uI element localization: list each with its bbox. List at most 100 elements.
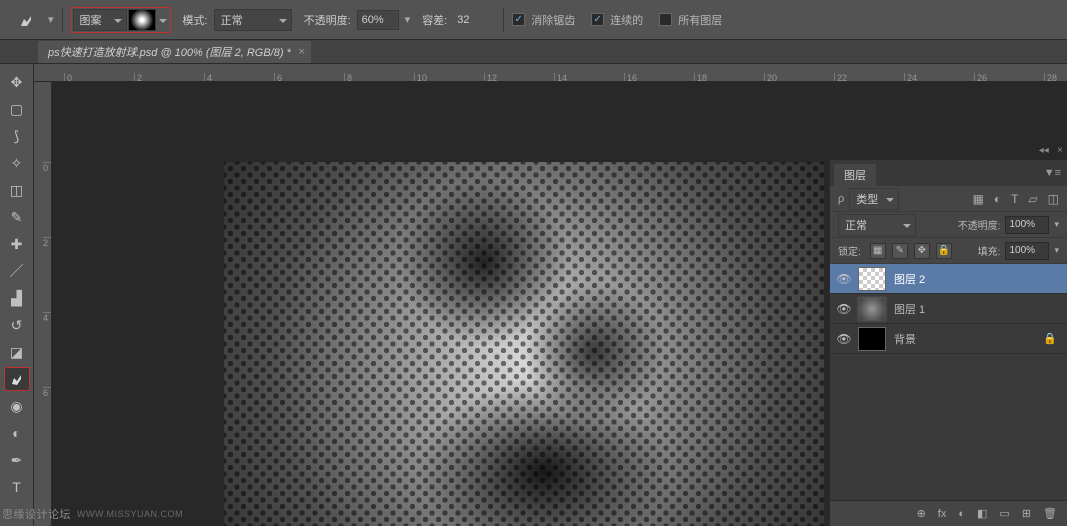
layer-opacity-field[interactable]: 100% bbox=[1005, 216, 1049, 234]
fill-source-dropdown[interactable]: 图案 bbox=[73, 9, 127, 31]
ruler-tick: 20 bbox=[764, 73, 777, 81]
antialias-checkbox[interactable]: ✓ bbox=[512, 13, 525, 26]
fill-source-group: 图案 bbox=[71, 7, 171, 33]
layer-action-icon[interactable]: fx bbox=[938, 508, 947, 520]
all-layers-checkbox[interactable] bbox=[659, 13, 672, 26]
antialias-label: 消除锯齿 bbox=[531, 12, 575, 28]
layers-footer: ⊕ fx ◐ ◧ ▭ ⊞ 🗑 bbox=[830, 500, 1067, 526]
ruler-tick: 6 bbox=[274, 73, 282, 81]
visibility-icon[interactable]: 👁 bbox=[830, 302, 858, 316]
search-icon: ρ bbox=[838, 193, 844, 205]
visibility-icon[interactable]: 👁 bbox=[830, 332, 858, 346]
close-tab-icon[interactable]: × bbox=[298, 46, 304, 58]
layer-row[interactable]: 👁 图层 1 bbox=[830, 294, 1067, 324]
dropdown-caret[interactable]: ▾ bbox=[48, 13, 54, 26]
crop-tool[interactable]: ◫ bbox=[4, 178, 30, 202]
layer-thumbnail[interactable] bbox=[858, 327, 886, 351]
layer-list: 👁 图层 2 👁 图层 1 👁 背景🔒 bbox=[830, 264, 1067, 500]
eyedropper-tool[interactable]: ✎ bbox=[4, 205, 30, 229]
ruler-tick: 12 bbox=[484, 73, 497, 81]
ruler-tick: 10 bbox=[414, 73, 427, 81]
layer-name: 图层 1 bbox=[894, 301, 1067, 317]
magic-wand-tool[interactable]: ✧ bbox=[4, 151, 30, 175]
layer-action-icon[interactable]: ⊕ bbox=[917, 507, 926, 520]
ruler-tick: 24 bbox=[904, 73, 917, 81]
layers-panel: ◂◂ × 图层 ▼≡ ρ 类型 ▦ ◐ T ▱ ◫ 正常 不透明度: 100% … bbox=[829, 160, 1067, 526]
active-tool-hint bbox=[12, 8, 42, 32]
pattern-swatch[interactable] bbox=[128, 9, 156, 31]
filter-smart-icon[interactable]: ◫ bbox=[1048, 192, 1059, 206]
opacity-caret[interactable]: ▾ bbox=[1054, 219, 1059, 230]
pen-tool[interactable]: ✒ bbox=[4, 448, 30, 472]
visibility-icon[interactable]: 👁 bbox=[830, 272, 858, 286]
move-tool[interactable]: ✥ bbox=[4, 70, 30, 94]
ruler-tick: 0 bbox=[64, 73, 72, 81]
opacity-stepper[interactable]: ▾ bbox=[405, 13, 411, 26]
layer-row[interactable]: 👁 图层 2 bbox=[830, 264, 1067, 294]
ruler-tick: 2 bbox=[43, 237, 51, 248]
blend-mode-label: 模式: bbox=[183, 12, 208, 28]
filter-pixel-icon[interactable]: ▦ bbox=[972, 192, 983, 206]
document-tab[interactable]: ps快速打造放射球.psd @ 100% (图层 2, RGB/8) * × bbox=[38, 41, 311, 63]
layer-filter-row: ρ 类型 ▦ ◐ T ▱ ◫ bbox=[830, 186, 1067, 212]
document-tab-bar: ps快速打造放射球.psd @ 100% (图层 2, RGB/8) * × bbox=[0, 40, 1067, 64]
opacity-field[interactable]: 60% bbox=[357, 10, 399, 30]
layer-action-icon[interactable]: ⊞ bbox=[1022, 507, 1031, 520]
ruler-tick: 6 bbox=[43, 387, 51, 398]
lock-fill-row: 锁定: ▦ ✎ ✥ 🔒 填充: 100% ▾ bbox=[830, 238, 1067, 264]
layer-thumbnail[interactable] bbox=[858, 267, 886, 291]
tolerance-label: 容差: bbox=[422, 12, 447, 28]
layer-opacity-label: 不透明度: bbox=[958, 217, 1001, 232]
fill-caret[interactable]: ▾ bbox=[1054, 245, 1059, 256]
layer-thumbnail[interactable] bbox=[858, 297, 886, 321]
tolerance-field[interactable]: 32 bbox=[453, 10, 495, 30]
lock-icon: 🔒 bbox=[1043, 332, 1057, 345]
filter-adjust-icon[interactable]: ◐ bbox=[994, 192, 1001, 206]
blend-opacity-row: 正常 不透明度: 100% ▾ bbox=[830, 212, 1067, 238]
lock-all-icon[interactable]: 🔒 bbox=[936, 243, 952, 259]
blur-tool[interactable]: ◉ bbox=[4, 394, 30, 418]
dodge-tool[interactable]: ◐ bbox=[4, 421, 30, 445]
filter-shape-icon[interactable]: ▱ bbox=[1028, 192, 1037, 206]
stamp-tool[interactable]: ▟ bbox=[4, 286, 30, 310]
layer-action-icon[interactable]: ◐ bbox=[958, 508, 965, 520]
marquee-tool[interactable]: ▢ bbox=[4, 97, 30, 121]
layer-name: 图层 2 bbox=[894, 271, 1067, 287]
kind-filter-dropdown[interactable]: 类型 bbox=[849, 188, 899, 210]
history-brush-tool[interactable]: ↺ bbox=[4, 313, 30, 337]
lasso-tool[interactable]: ⟆ bbox=[4, 124, 30, 148]
filter-type-icon[interactable]: T bbox=[1011, 192, 1018, 206]
layers-tab[interactable]: 图层 bbox=[834, 164, 876, 186]
ruler-tick: 26 bbox=[974, 73, 987, 81]
ruler-tick: 2 bbox=[134, 73, 142, 81]
eraser-tool[interactable]: ◪ bbox=[4, 340, 30, 364]
layer-name: 背景 bbox=[894, 331, 1043, 347]
lock-pixels-icon[interactable]: ✎ bbox=[892, 243, 908, 259]
layer-row[interactable]: 👁 背景🔒 bbox=[830, 324, 1067, 354]
contiguous-checkbox[interactable]: ✓ bbox=[591, 13, 604, 26]
panel-collapse-icons[interactable]: ◂◂ × bbox=[1039, 141, 1067, 159]
options-bar: ▾ 图案 模式: 正常 不透明度: 60% ▾ 容差: 32 ✓ 消除锯齿 ✓ … bbox=[0, 0, 1067, 40]
lock-position-icon[interactable]: ✥ bbox=[914, 243, 930, 259]
panel-menu-icon[interactable]: ▼≡ bbox=[1044, 167, 1061, 179]
brush-tool[interactable]: ／ bbox=[4, 259, 30, 283]
blend-mode-dropdown[interactable]: 正常 bbox=[214, 9, 292, 31]
lock-transparent-icon[interactable]: ▦ bbox=[870, 243, 886, 259]
paint-bucket-tool[interactable] bbox=[4, 367, 30, 391]
document-canvas[interactable] bbox=[224, 162, 824, 526]
ruler-tick: 18 bbox=[694, 73, 707, 81]
contiguous-label: 连续的 bbox=[610, 12, 643, 28]
watermark: 思缘设计论坛 WWW.MISSYUAN.COM bbox=[2, 506, 183, 522]
ruler-tick: 14 bbox=[554, 73, 567, 81]
ruler-vertical: 0246 bbox=[34, 82, 52, 526]
layer-action-icon[interactable]: ▭ bbox=[999, 507, 1009, 520]
ruler-tick: 4 bbox=[43, 312, 51, 323]
ruler-tick: 22 bbox=[834, 73, 847, 81]
layer-blend-dropdown[interactable]: 正常 bbox=[838, 214, 916, 236]
healing-brush-tool[interactable]: ✚ bbox=[4, 232, 30, 256]
layer-action-icon[interactable]: ◧ bbox=[977, 507, 987, 520]
type-tool[interactable]: T bbox=[4, 475, 30, 499]
fill-label: 填充: bbox=[978, 243, 1001, 258]
fill-field[interactable]: 100% bbox=[1005, 242, 1049, 260]
layer-action-icon[interactable]: 🗑 bbox=[1043, 507, 1057, 520]
